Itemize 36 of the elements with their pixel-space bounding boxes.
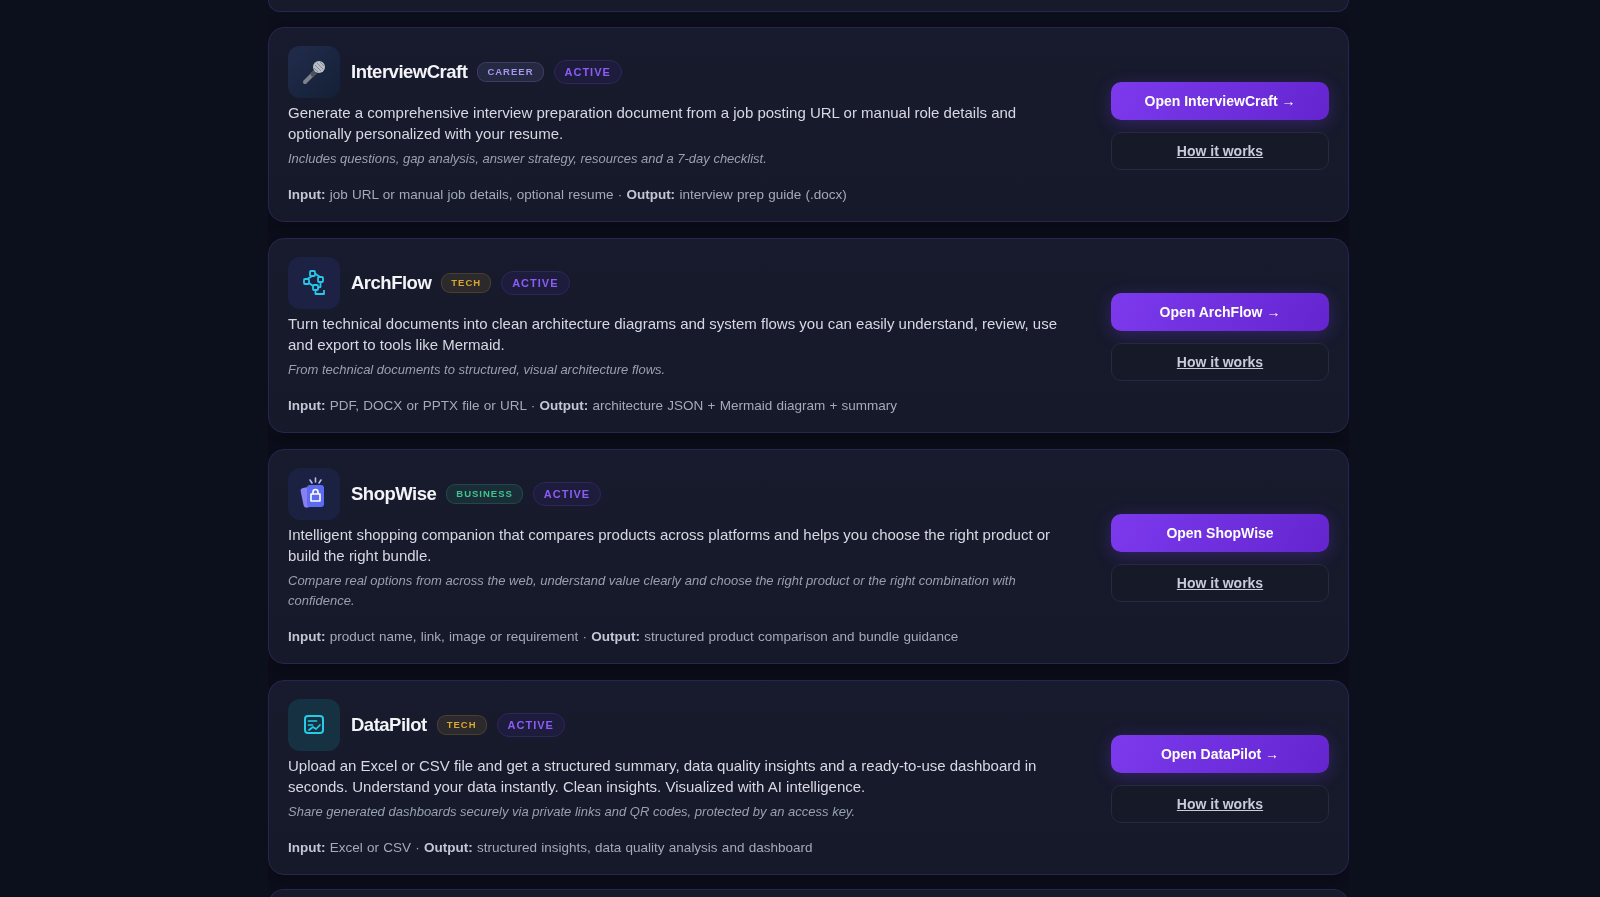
tool-description: Turn technical documents into clean architecture diagrams and system flows you can easily understand, review, use and export to tools like Mermaid. [288, 314, 1058, 355]
input-output-summary: Input: Excel or CSV · Output: structured insights, data quality analysis and dashboard [288, 839, 814, 857]
tool-title: ArchFlow [351, 272, 432, 294]
status-badge: ACTIVE [532, 482, 602, 506]
open-tool-button[interactable]: Open ShopWise [1111, 513, 1329, 552]
input-output-summary: Input: PDF, DOCX or PPTX file or URL · Output: architecture JSON + Mermaid diagram + summary [288, 397, 899, 415]
how-it-works-button[interactable]: How it works [1111, 131, 1329, 170]
tool-note: Compare real options from across the web, understand value clearly and choose the right product or the right combination with confidence. [288, 572, 1017, 610]
how-it-works-button[interactable]: How it works [1111, 784, 1329, 823]
tool-description: Generate a comprehensive interview preparation document from a job posting URL or manual role details and optionally personalized with your resume. [288, 103, 1018, 144]
tool-note: Includes questions, gap analysis, answer strategy, resources and a 7-day checklist. [288, 150, 768, 168]
chart-window-icon [288, 699, 340, 751]
how-it-works-button[interactable]: How it works [1111, 563, 1329, 602]
shopping-bag-icon [288, 468, 340, 520]
tool-note: Share generated dashboards securely via private links and QR codes, protected by an access key. [288, 803, 857, 821]
open-tool-button[interactable]: Open ArchFlow → [1111, 292, 1329, 331]
tool-note: From technical documents to structured, visual architecture flows. [288, 361, 667, 379]
open-tool-button[interactable]: Open InterviewCraft → [1111, 81, 1329, 120]
input-output-summary: Input: job URL or manual job details, optional resume · Output: interview prep guide (.docx) [288, 186, 848, 204]
node-diagram-icon [288, 257, 340, 309]
status-badge: ACTIVE [501, 271, 570, 295]
status-badge: ACTIVE [496, 713, 565, 737]
how-it-works-button[interactable]: How it works [1111, 342, 1329, 381]
category-tag: CAREER [477, 62, 544, 82]
tool-title: DataPilot [351, 714, 427, 736]
category-tag: TECH [441, 273, 492, 293]
tool-description: Upload an Excel or CSV file and get a structured summary, data quality insights and a ready-to-use dashboard in seconds. Understand your data instantly. Clean insights. Visualized with AI intelligence. [288, 756, 1038, 797]
category-tag: BUSINESS [446, 484, 523, 504]
tool-title: ShopWise [351, 483, 437, 505]
status-badge: ACTIVE [553, 60, 622, 84]
tool-title: InterviewCraft [351, 61, 468, 83]
tool-description: Intelligent shopping companion that compares products across platforms and helps you choose the right product or build the right bundle. [288, 525, 1052, 566]
open-tool-button[interactable]: Open DataPilot → [1111, 734, 1329, 773]
microphone-icon [288, 46, 340, 98]
input-output-summary: Input: product name, link, image or requirement · Output: structured product comparison and bundle guidance [288, 628, 960, 646]
category-tag: TECH [436, 715, 487, 735]
